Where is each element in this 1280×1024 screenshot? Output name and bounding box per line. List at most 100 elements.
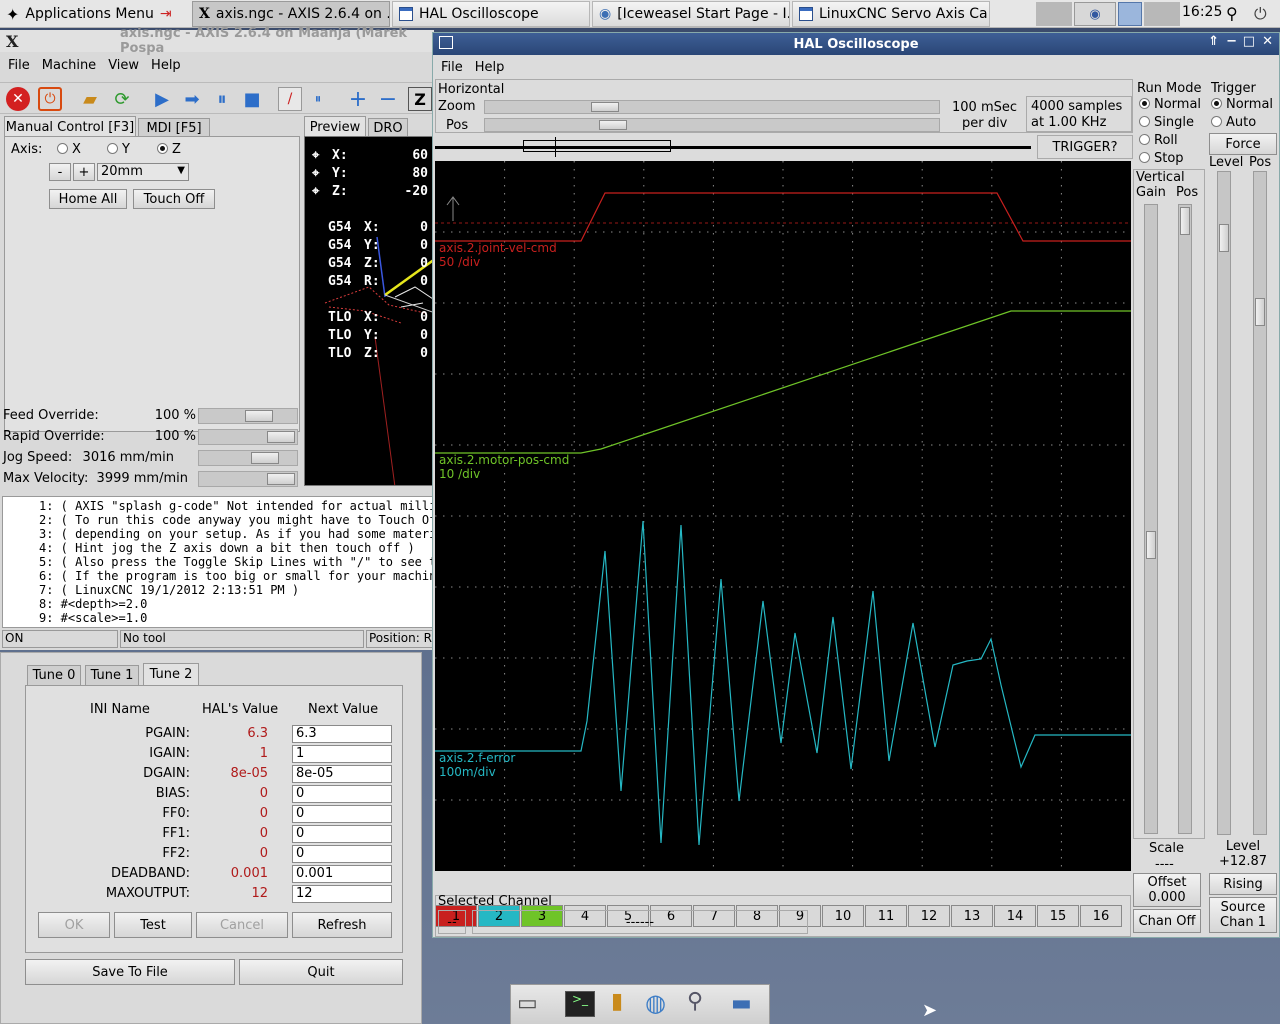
tab-tune-1[interactable]: Tune 1	[85, 665, 139, 685]
reload-icon[interactable]: ⟳	[110, 87, 134, 111]
tune-row-next-value[interactable]: 0	[292, 845, 392, 863]
tab-manual-control[interactable]: Manual Control [F3]	[4, 116, 136, 138]
feed-override-slider[interactable]	[198, 408, 298, 424]
slider-thumb[interactable]	[267, 431, 295, 443]
clock[interactable]: 16:25	[1182, 4, 1222, 20]
tab-preview[interactable]: Preview	[304, 116, 366, 138]
zoom-slider[interactable]	[484, 100, 940, 114]
menu-help[interactable]: Help	[471, 60, 509, 75]
slider-thumb[interactable]	[591, 102, 619, 112]
selected-channel-name[interactable]: ------	[472, 910, 808, 934]
view-z-icon[interactable]: Z	[408, 87, 432, 111]
trigger-auto[interactable]: Auto	[1211, 115, 1256, 130]
task-axis[interactable]: X axis.ngc - AXIS 2.6.4 on ...	[192, 1, 390, 27]
task-servo-axis[interactable]: LinuxCNC Servo Axis Ca...	[792, 1, 990, 27]
test-button[interactable]: Test	[114, 912, 192, 938]
run-mode-roll[interactable]: Roll	[1139, 133, 1178, 148]
trigger-pos-slider[interactable]	[1253, 171, 1267, 835]
web-browser-icon[interactable]: ◍	[645, 989, 666, 1017]
tab-dro[interactable]: DRO	[368, 118, 408, 138]
minimize-icon[interactable]: −	[1226, 34, 1237, 49]
show-desktop-icon[interactable]: ▭	[517, 991, 547, 1017]
search-icon[interactable]: ⚲	[687, 989, 703, 1014]
menu-file[interactable]: File	[4, 58, 34, 73]
file-manager-icon[interactable]: ▮	[611, 989, 623, 1014]
workspace-1[interactable]	[1036, 2, 1072, 26]
jog-speed-slider[interactable]	[198, 450, 298, 466]
applications-menu-button[interactable]: ✦ Applications Menu ⇥	[0, 1, 190, 27]
rising-button[interactable]: Rising	[1209, 873, 1277, 895]
force-button[interactable]: Force	[1209, 133, 1277, 155]
axis-radio-y[interactable]: Y	[107, 142, 130, 157]
axis-radio-z[interactable]: Z	[157, 142, 181, 157]
cancel-button[interactable]: Cancel	[196, 912, 288, 938]
axis-radio-x[interactable]: X	[57, 142, 81, 157]
menu-view[interactable]: View	[104, 58, 143, 73]
tune-row-next-value[interactable]: 8e-05	[292, 765, 392, 783]
increment-select[interactable]: 20mm ▼	[97, 163, 189, 181]
zoom-out-icon[interactable]: −	[376, 87, 400, 112]
tune-row-next-value[interactable]: 12	[292, 885, 392, 903]
chan-off-button[interactable]: Chan Off	[1133, 909, 1201, 933]
run-mode-stop[interactable]: Stop	[1139, 151, 1184, 166]
workspace-4[interactable]	[1144, 2, 1180, 26]
quit-button[interactable]: Quit	[239, 959, 403, 985]
stop-icon[interactable]: ■	[240, 87, 264, 111]
run-icon[interactable]: ▶	[150, 87, 174, 111]
run-mode-single[interactable]: Single	[1139, 115, 1194, 130]
window-menu-icon[interactable]	[439, 36, 453, 49]
tune-row-next-value[interactable]: 0	[292, 805, 392, 823]
save-to-file-button[interactable]: Save To File	[25, 959, 235, 985]
machine-power-icon[interactable]: ⏻	[38, 87, 62, 111]
close-icon[interactable]: ✕	[1262, 34, 1273, 49]
gain-slider[interactable]	[1144, 204, 1158, 834]
skip-lines-icon[interactable]: /	[278, 87, 302, 111]
open-file-icon[interactable]: ▰	[78, 87, 102, 111]
tune-row-next-value[interactable]: 0.001	[292, 865, 392, 883]
slider-thumb[interactable]	[245, 410, 273, 422]
vertical-pos-slider[interactable]	[1178, 204, 1192, 834]
maximize-icon[interactable]: □	[1243, 34, 1255, 49]
optional-stop-icon[interactable]: ⏸	[306, 87, 330, 111]
scope-display[interactable]: axis.2.joint-vel-cmd 50 /div axis.2.moto…	[435, 161, 1131, 871]
max-velocity-slider[interactable]	[198, 471, 298, 487]
slider-thumb[interactable]	[1180, 207, 1190, 235]
menu-machine[interactable]: Machine	[38, 58, 100, 73]
folder-icon[interactable]: ▬	[731, 991, 752, 1016]
pause-icon[interactable]: ⏸	[210, 87, 234, 111]
trigger-normal[interactable]: Normal	[1211, 97, 1273, 112]
gcode-listing[interactable]: 1: ( AXIS "splash g-code" Not intended f…	[2, 496, 434, 628]
slider-thumb[interactable]	[267, 473, 295, 485]
touch-off-button[interactable]: Touch Off	[133, 189, 215, 209]
task-hal-oscilloscope[interactable]: HAL Oscilloscope	[392, 1, 590, 27]
tune-row-next-value[interactable]: 1	[292, 745, 392, 763]
jog-minus-button[interactable]: -	[49, 163, 71, 181]
slider-thumb[interactable]	[251, 452, 279, 464]
offset-button[interactable]: Offset 0.000	[1133, 873, 1201, 907]
run-mode-normal[interactable]: Normal	[1139, 97, 1201, 112]
tune-row-next-value[interactable]: 6.3	[292, 725, 392, 743]
refresh-button[interactable]: Refresh	[292, 912, 392, 938]
rapid-override-slider[interactable]	[198, 429, 298, 445]
terminal-icon[interactable]: >_	[565, 991, 595, 1017]
slider-thumb[interactable]	[1255, 298, 1265, 326]
slider-thumb[interactable]	[599, 120, 627, 130]
zoom-in-icon[interactable]: +	[346, 87, 370, 112]
tune-row-next-value[interactable]: 0	[292, 825, 392, 843]
tab-tune-0[interactable]: Tune 0	[27, 665, 81, 685]
source-button[interactable]: Source Chan 1	[1209, 897, 1277, 933]
jog-plus-button[interactable]: +	[73, 163, 95, 181]
tune-row-next-value[interactable]: 0	[292, 785, 392, 803]
slider-thumb[interactable]	[1219, 224, 1229, 252]
task-iceweasel[interactable]: ◉ [Iceweasel Start Page - I...	[592, 1, 790, 27]
workspace-2[interactable]: ◉	[1074, 2, 1116, 26]
ok-button[interactable]: OK	[38, 912, 110, 938]
menu-help[interactable]: Help	[147, 58, 185, 73]
home-all-button[interactable]: Home All	[49, 189, 127, 209]
step-icon[interactable]: ➡	[180, 87, 204, 111]
shade-icon[interactable]: ⇑	[1208, 34, 1219, 49]
workspace-3[interactable]	[1118, 2, 1142, 26]
estop-icon[interactable]: ✕	[6, 87, 30, 111]
slider-thumb[interactable]	[1146, 531, 1156, 559]
tab-tune-2[interactable]: Tune 2	[143, 663, 199, 685]
